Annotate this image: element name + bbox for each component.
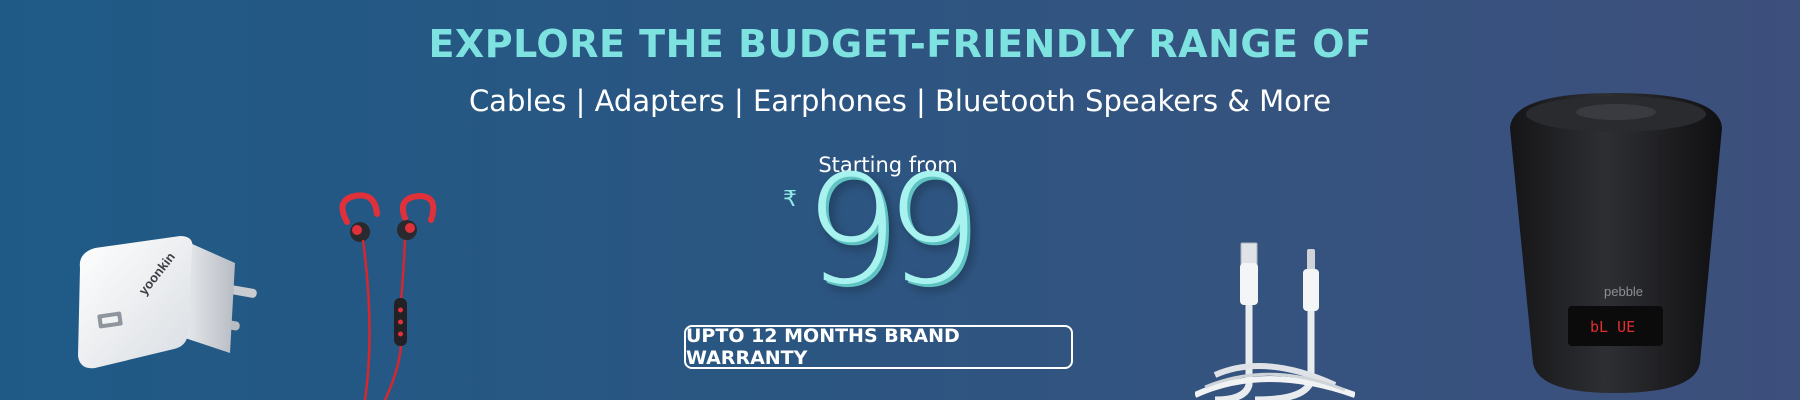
usb-cable-image [1195, 242, 1355, 400]
earphones-image [339, 192, 437, 400]
charger-adapter-image: yoonkin [78, 236, 257, 369]
warranty-button[interactable]: UPTO 12 MONTHS BRAND WARRANTY [684, 325, 1073, 369]
bluetooth-speaker-image: pebble bL UE [1510, 93, 1722, 393]
speaker-brand-text: pebble [1604, 284, 1643, 299]
starting-price: 99 [803, 144, 981, 318]
promo-banner[interactable]: EXPLORE THE BUDGET-FRIENDLY RANGE OF Cab… [0, 0, 1800, 400]
banner-headline: EXPLORE THE BUDGET-FRIENDLY RANGE OF [428, 22, 1372, 66]
speaker-display-text: bL UE [1590, 318, 1635, 336]
